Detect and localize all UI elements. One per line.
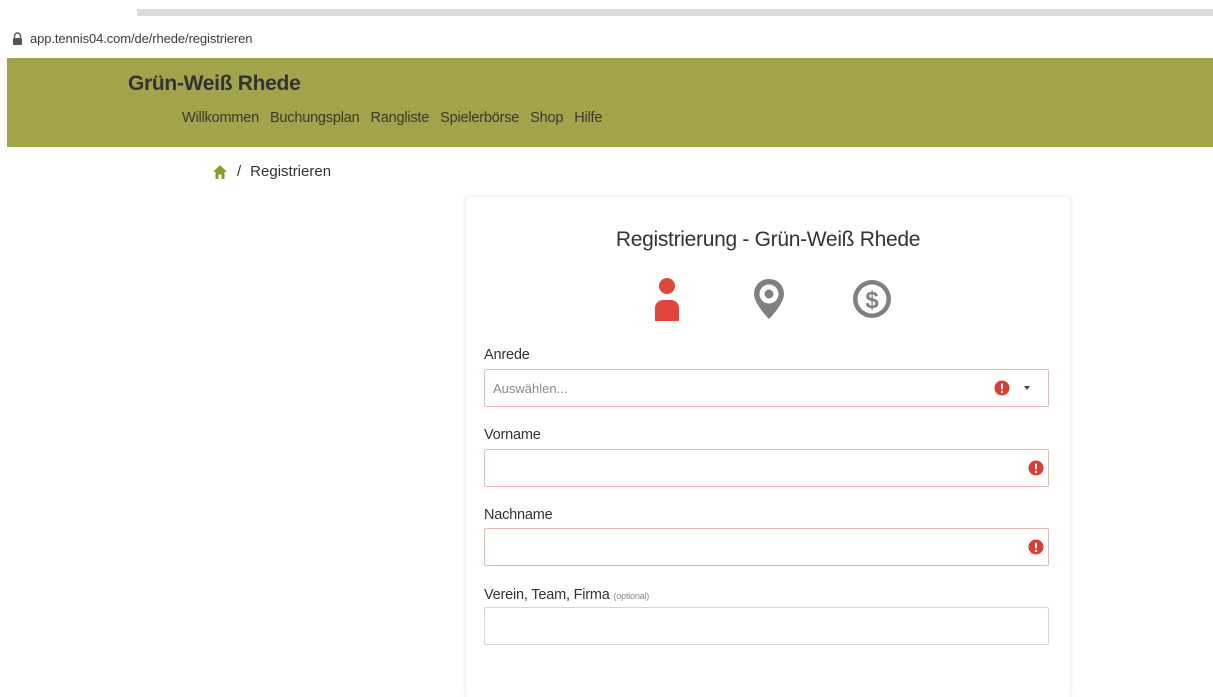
- dollar-icon[interactable]: $: [849, 275, 895, 323]
- location-pin-icon[interactable]: [746, 275, 792, 323]
- breadcrumb-current: Registrieren: [250, 163, 332, 180]
- svg-text:$: $: [865, 287, 879, 314]
- url-text[interactable]: app.tennis04.com/de/rhede/registrieren: [30, 31, 253, 46]
- nachname-label: Nachname: [484, 507, 553, 523]
- verein-label-text: Verein, Team, Firma: [484, 587, 610, 603]
- nav-item-willkommen[interactable]: Willkommen: [182, 110, 259, 126]
- site-brand[interactable]: Grün-Weiß Rhede: [128, 72, 301, 96]
- anrede-placeholder: Auswählen...: [493, 381, 568, 396]
- verein-input[interactable]: [484, 607, 1049, 645]
- nav-item-spielerboerse[interactable]: Spielerbörse: [440, 110, 519, 126]
- registration-title: Registrierung - Grün-Weiß Rhede: [615, 228, 921, 251]
- registration-steps: $: [466, 275, 1070, 325]
- chevron-down-icon[interactable]: [1024, 386, 1030, 390]
- vorname-input[interactable]: [484, 449, 1049, 487]
- site-header: Grün-Weiß Rhede Willkommen Buchungsplan …: [7, 58, 1213, 147]
- person-icon[interactable]: [644, 275, 690, 323]
- nav-item-shop[interactable]: Shop: [530, 110, 563, 126]
- error-icon: [1028, 460, 1044, 476]
- nav-item-rangliste[interactable]: Rangliste: [370, 110, 429, 126]
- nav-item-buchungsplan[interactable]: Buchungsplan: [270, 110, 360, 126]
- verein-label: Verein, Team, Firma (optional): [484, 587, 649, 603]
- nachname-input[interactable]: [484, 528, 1049, 566]
- anrede-select[interactable]: Auswählen...: [484, 369, 1049, 407]
- vorname-label: Vorname: [484, 427, 541, 443]
- nav-item-hilfe[interactable]: Hilfe: [574, 110, 602, 126]
- anrede-label: Anrede: [484, 347, 530, 363]
- breadcrumb-separator: /: [237, 163, 242, 180]
- home-icon[interactable]: [212, 164, 228, 180]
- address-bar[interactable]: app.tennis04.com/de/rhede/registrieren: [0, 24, 1213, 54]
- breadcrumb: / Registrieren: [212, 163, 331, 180]
- browser-tabstrip: [137, 9, 1213, 16]
- lock-icon: [13, 32, 22, 45]
- error-icon: [994, 380, 1010, 396]
- optional-hint: (optional): [613, 591, 650, 601]
- error-icon: [1028, 539, 1044, 555]
- registration-card: Registrierung - Grün-Weiß Rhede $ Anrede…: [465, 197, 1071, 697]
- main-nav: Willkommen Buchungsplan Rangliste Spiele…: [182, 110, 602, 126]
